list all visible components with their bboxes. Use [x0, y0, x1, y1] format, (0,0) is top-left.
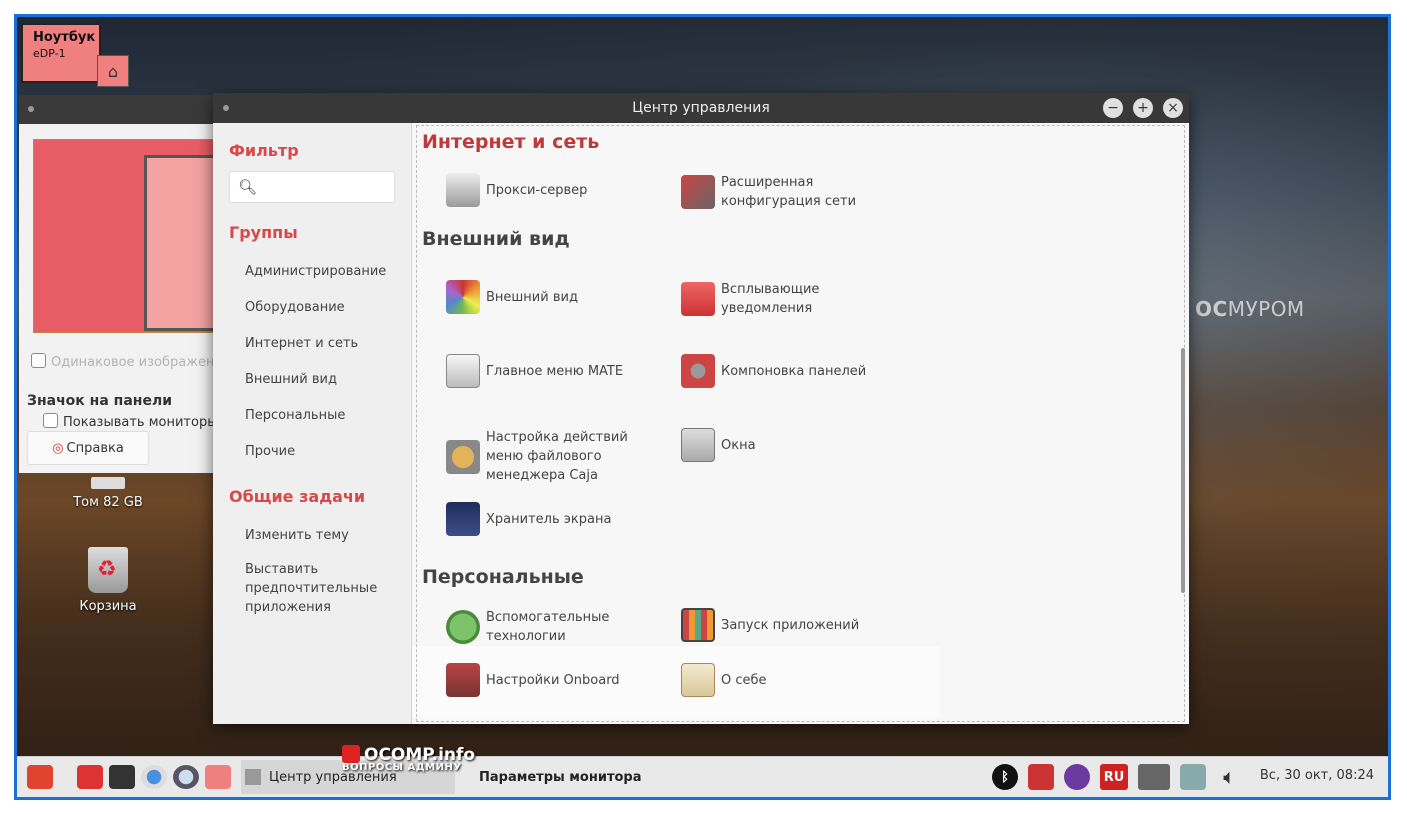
desktop-trash[interactable]: Корзина	[53, 547, 163, 614]
item-startup-apps[interactable]: Запуск приложений	[681, 608, 896, 642]
item-panel-layout[interactable]: Компоновка панелей	[681, 354, 896, 388]
monitor-layout-area[interactable]	[33, 139, 250, 333]
window-titlebar[interactable]: Центр управления − + ×	[213, 93, 1189, 123]
section-title-appearance: Внешний вид	[422, 228, 570, 250]
task-preferred-apps[interactable]: Выставить предпочтительные приложения	[245, 560, 395, 617]
panel-icon-heading: Значок на панели	[27, 393, 173, 409]
lifebuoy-icon: ◎	[52, 440, 64, 456]
main-menu-icon[interactable]	[27, 765, 53, 789]
window-menu-dot[interactable]	[28, 106, 34, 112]
clock[interactable]: Вс, 30 окт, 08:24	[1260, 768, 1374, 783]
keyboard-icon	[446, 663, 480, 697]
item-accessibility[interactable]: Вспомогательные технологии	[446, 608, 661, 646]
item-about-me[interactable]: О себе	[681, 663, 896, 697]
item-onboard[interactable]: Настройки Onboard	[446, 663, 661, 697]
desktop-volume[interactable]: Том 82 GB	[53, 477, 163, 510]
server-icon	[446, 173, 480, 207]
search-icon[interactable]	[173, 765, 199, 789]
monitor-window-titlebar[interactable]	[19, 95, 229, 124]
item-notifications[interactable]: Всплывающие уведомления	[681, 280, 896, 318]
window-title: Центр управления	[632, 100, 770, 116]
volume-icon[interactable]: 🔈︎	[1216, 764, 1242, 790]
close-button[interactable]: ×	[1163, 98, 1183, 118]
item-proxy[interactable]: Прокси-сервер	[446, 173, 661, 207]
gear-icon	[681, 354, 715, 388]
groups-heading: Группы	[229, 223, 298, 242]
search-input[interactable]: 🔍︎	[229, 171, 395, 203]
terminal-icon[interactable]	[109, 765, 135, 789]
item-caja-actions[interactable]: Настройка действий меню файлового менедж…	[446, 428, 661, 485]
same-image-checkbox[interactable]: Одинаковое изображени	[31, 353, 223, 370]
filter-heading: Фильтр	[229, 141, 299, 160]
section-title-internet: Интернет и сеть	[422, 131, 600, 153]
city-logo: ОСМУРОМ	[1195, 297, 1305, 321]
help-button[interactable]: ◎ Справка	[27, 431, 149, 465]
file-manager-icon[interactable]	[77, 765, 103, 789]
section-title-personal: Персональные	[422, 566, 584, 588]
home-icon[interactable]: ⌂	[97, 55, 129, 87]
user-card-icon	[681, 663, 715, 697]
display-port: eDP-1	[33, 47, 66, 60]
sidebar-item-administration[interactable]: Администрирование	[245, 262, 395, 281]
browser-icon[interactable]	[141, 765, 167, 789]
scrollbar[interactable]	[1181, 348, 1185, 593]
task-change-theme[interactable]: Изменить тему	[245, 526, 395, 545]
sidebar-item-other[interactable]: Прочие	[245, 442, 395, 461]
window-menu-dot[interactable]	[223, 105, 229, 111]
display-label: Ноутбук eDP-1	[21, 23, 101, 83]
sidebar-item-personal[interactable]: Персональные	[245, 406, 395, 425]
checkbox-icon	[31, 353, 46, 368]
keyboard-layout[interactable]: RU	[1100, 764, 1128, 790]
notification-bubble-icon	[681, 282, 715, 316]
trash-icon	[88, 547, 128, 593]
network-card-icon	[681, 175, 715, 209]
item-mate-menu[interactable]: Главное меню MATE	[446, 354, 661, 388]
caja-actions-icon	[446, 439, 480, 474]
checkbox-icon	[43, 413, 58, 428]
desktop: ОСМУРОМ Одинаковое изображени Значок на …	[14, 14, 1391, 800]
item-windows[interactable]: Окна	[681, 428, 896, 462]
sidebar-item-hardware[interactable]: Оборудование	[245, 298, 395, 317]
show-monitors-checkbox[interactable]: Показывать мониторы	[43, 413, 217, 430]
taskbar: Центр управления Параметры монитора OCOM…	[17, 745, 1388, 797]
sidebar-item-appearance[interactable]: Внешний вид	[245, 370, 395, 389]
accessibility-icon	[446, 610, 480, 644]
bluetooth-icon[interactable]: ᛒ	[992, 764, 1018, 790]
item-advanced-network[interactable]: Расширенная конфигурация сети	[681, 173, 896, 211]
minimize-button[interactable]: −	[1103, 98, 1123, 118]
drive-icon	[91, 477, 125, 489]
item-appearance[interactable]: Внешний вид	[446, 280, 661, 314]
screensaver-moon-icon	[446, 502, 480, 536]
common-tasks-heading: Общие задачи	[229, 487, 366, 506]
app-tray-icon[interactable]	[1064, 764, 1090, 790]
storage-icon[interactable]	[1180, 764, 1206, 790]
monitor-settings-window: Одинаковое изображени Значок на панели П…	[19, 95, 250, 473]
network-icon[interactable]	[1138, 764, 1170, 790]
task-monitor-settings[interactable]: Параметры монитора	[479, 760, 642, 794]
control-center-icon	[245, 769, 261, 785]
startup-apps-icon	[681, 608, 715, 642]
menu-editor-icon	[446, 354, 480, 388]
monitor-icon[interactable]	[205, 765, 231, 789]
windows-icon	[681, 428, 715, 462]
display-name: Ноутбук	[33, 30, 96, 45]
color-palette-icon	[446, 280, 480, 314]
sidebar: Фильтр 🔍︎ Группы Администрирование Обору…	[213, 123, 412, 724]
search-icon: 🔍︎	[238, 178, 258, 196]
sidebar-item-internet[interactable]: Интернет и сеть	[245, 334, 395, 353]
content-area: Интернет и сеть Прокси-сервер Расширенна…	[412, 123, 1189, 724]
maximize-button[interactable]: +	[1133, 98, 1153, 118]
ocomp-watermark: OCOMP.info ВОПРОСЫ АДМИНУ	[342, 745, 476, 773]
package-icon[interactable]	[1028, 764, 1054, 790]
first-aid-icon	[342, 745, 360, 763]
item-screensaver[interactable]: Хранитель экрана	[446, 502, 661, 536]
control-center-window: Центр управления − + × Фильтр 🔍︎ Группы …	[213, 93, 1189, 724]
